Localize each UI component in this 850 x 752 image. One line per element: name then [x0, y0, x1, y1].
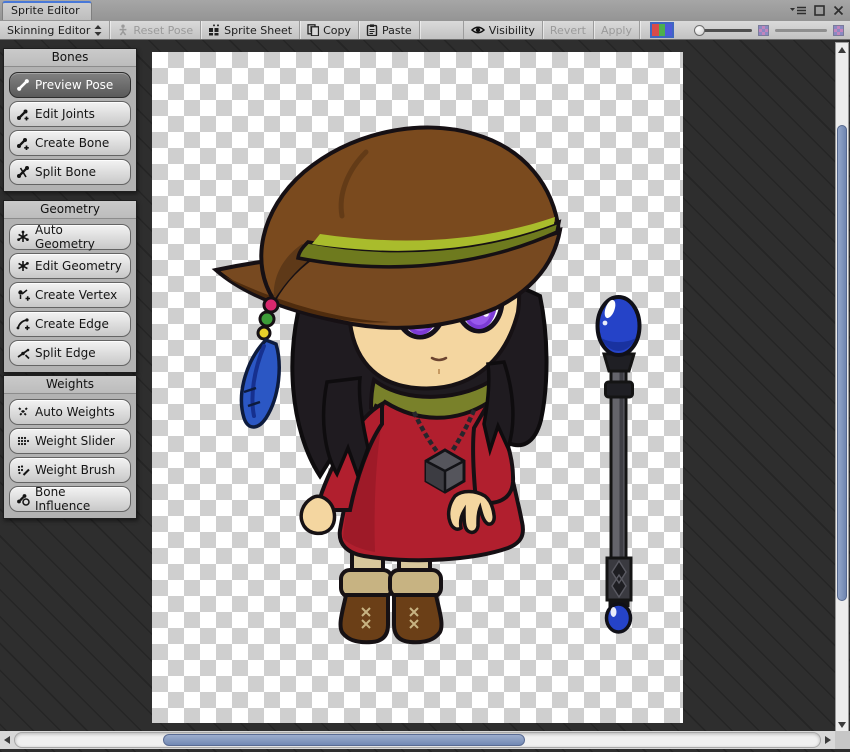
vertical-scrollbar[interactable] — [835, 42, 849, 733]
rgb-toggle-button[interactable] — [640, 21, 684, 39]
mip-slider[interactable] — [775, 28, 827, 32]
create-edge-button[interactable]: Create Edge — [9, 311, 131, 337]
horizontal-scroll-track[interactable] — [14, 732, 821, 748]
canvas-art — [211, 125, 642, 645]
weights-panel-title: Weights — [4, 376, 136, 394]
geometry-edit-icon — [16, 259, 30, 273]
weights-panel: Weights Auto Weights Weight Slider Weigh… — [3, 375, 137, 519]
weight-slider-icon — [16, 434, 30, 448]
geometry-panel: Geometry Auto Geometry Edit Geometry Cre… — [3, 200, 137, 373]
toolbar: Skinning Editor Reset Pose Sprite Sheet … — [0, 21, 850, 40]
staff-sprite — [595, 295, 642, 634]
sprite-sheet-label: Sprite Sheet — [224, 23, 293, 37]
tab-title: Sprite Editor — [11, 4, 80, 17]
window-menu-icon[interactable] — [790, 6, 806, 16]
auto-geometry-button[interactable]: Auto Geometry — [9, 223, 131, 251]
scroll-down-icon[interactable] — [836, 719, 848, 731]
revert-label: Revert — [549, 23, 586, 37]
edge-split-icon — [16, 346, 30, 360]
split-edge-button[interactable]: Split Edge — [9, 340, 131, 366]
sprite-sheet-button[interactable]: Sprite Sheet — [201, 21, 301, 39]
mip-texture-icon — [758, 24, 769, 36]
bone-influence-button[interactable]: Bone Influence — [9, 485, 131, 513]
edge-add-icon — [16, 317, 30, 331]
paste-label: Paste — [381, 23, 412, 37]
rgb-channels-icon — [650, 22, 674, 38]
horizontal-scrollbar[interactable] — [0, 731, 835, 749]
weight-slider-button[interactable]: Weight Slider — [9, 428, 131, 454]
vertical-scroll-thumb[interactable] — [837, 125, 847, 601]
pose-figure-icon — [117, 24, 129, 36]
bone-icon — [16, 78, 30, 92]
zoom-slider[interactable] — [694, 24, 752, 37]
auto-weights-button[interactable]: Auto Weights — [9, 399, 131, 425]
horizontal-scroll-thumb[interactable] — [163, 734, 525, 746]
sprite-sheet-grid-icon — [208, 24, 220, 36]
scroll-right-icon[interactable] — [821, 731, 835, 749]
scrollbar-corner — [835, 731, 850, 749]
paste-button[interactable]: Paste — [359, 21, 420, 39]
copy-button[interactable]: Copy — [300, 21, 359, 39]
geometry-panel-title: Geometry — [4, 201, 136, 219]
bones-panel-title: Bones — [4, 49, 136, 67]
weights-auto-icon — [16, 405, 30, 419]
reset-pose-button[interactable]: Reset Pose — [110, 21, 202, 39]
mode-dropdown-label: Skinning Editor — [7, 23, 91, 37]
sprite-canvas[interactable] — [152, 52, 683, 723]
weight-brush-button[interactable]: Weight Brush — [9, 457, 131, 483]
vertex-add-icon — [16, 288, 30, 302]
mip-texture-icon — [833, 24, 844, 36]
bone-split-icon — [16, 165, 30, 179]
mode-dropdown[interactable]: Skinning Editor — [0, 21, 111, 39]
sprite-editor-window: Sprite Editor Skinning Editor Reset Pose… — [0, 0, 850, 752]
revert-button[interactable]: Revert — [543, 21, 594, 39]
geometry-auto-icon — [16, 230, 30, 244]
scroll-left-icon[interactable] — [0, 731, 14, 749]
create-bone-button[interactable]: Create Bone — [9, 130, 131, 156]
visibility-label: Visibility — [488, 23, 535, 37]
apply-button[interactable]: Apply — [594, 21, 640, 39]
create-vertex-button[interactable]: Create Vertex — [9, 282, 131, 308]
edit-geometry-button[interactable]: Edit Geometry — [9, 253, 131, 279]
split-bone-button[interactable]: Split Bone — [9, 159, 131, 185]
close-icon[interactable] — [833, 5, 844, 16]
weight-brush-icon — [16, 463, 30, 477]
titlebar: Sprite Editor — [0, 0, 850, 22]
copy-label: Copy — [323, 23, 351, 37]
reset-pose-label: Reset Pose — [133, 23, 194, 37]
copy-icon — [307, 24, 320, 36]
edit-joints-button[interactable]: Edit Joints — [9, 101, 131, 127]
bone-joint-icon — [16, 107, 30, 121]
witch-character-sprite — [211, 125, 563, 645]
updown-arrows-icon — [94, 24, 102, 36]
visibility-button[interactable]: Visibility — [462, 21, 543, 39]
scroll-up-icon[interactable] — [836, 44, 848, 56]
paste-icon — [366, 24, 378, 36]
eye-icon — [470, 25, 485, 35]
zoom-slider-knob[interactable] — [694, 24, 705, 36]
bones-panel: Bones Preview Pose Edit Joints Create Bo… — [3, 48, 137, 192]
preview-pose-button[interactable]: Preview Pose — [9, 72, 131, 98]
tab-sprite-editor[interactable]: Sprite Editor — [2, 1, 92, 20]
bone-influence-icon — [16, 492, 30, 506]
bone-add-icon — [16, 136, 30, 150]
maximize-icon[interactable] — [814, 5, 825, 16]
apply-label: Apply — [600, 23, 632, 37]
